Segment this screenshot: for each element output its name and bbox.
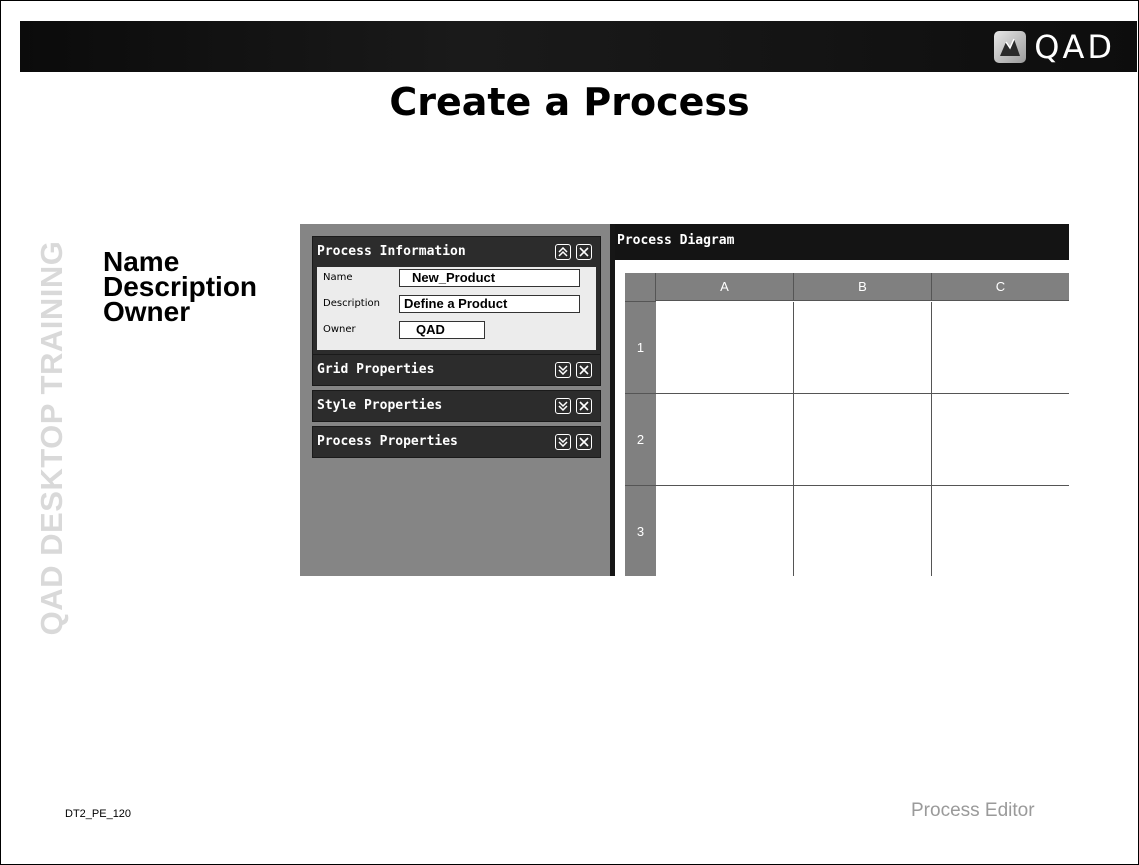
panel-title: Process Information <box>317 244 466 259</box>
row-label: 3 <box>636 524 645 539</box>
close-icon[interactable] <box>576 398 592 414</box>
grid-cell[interactable] <box>656 302 794 394</box>
bullet-owner: Owner <box>103 296 191 327</box>
name-label: Name <box>323 272 353 283</box>
panel-header[interactable]: Style Properties <box>313 391 600 421</box>
panel-header[interactable]: Process Information <box>313 237 600 267</box>
panel-process-information: Process Information Name New_Product Des… <box>312 236 601 355</box>
panel-title: Process Properties <box>317 434 458 449</box>
process-info-form: Name New_Product Description Define a Pr… <box>317 267 596 350</box>
grid-cell[interactable] <box>656 486 794 576</box>
side-label: QAD DESKTOP TRAINING <box>34 240 69 636</box>
owner-row: Owner QAD <box>317 321 596 341</box>
row-label: 2 <box>636 432 645 447</box>
properties-pane: Process Information Name New_Product Des… <box>300 224 610 576</box>
grid-cell[interactable] <box>794 394 932 486</box>
description-label: Description <box>323 298 380 309</box>
close-icon[interactable] <box>576 362 592 378</box>
column-header-b[interactable]: B <box>794 273 932 301</box>
grid-cell[interactable] <box>794 302 932 394</box>
row-header-2[interactable]: 2 <box>625 394 656 486</box>
panel-grid-properties: Grid Properties <box>312 354 601 386</box>
owner-field[interactable]: QAD <box>399 321 485 339</box>
app-screenshot: Process Information Name New_Product Des… <box>300 224 1069 576</box>
chevron-down-icon[interactable] <box>555 434 571 450</box>
diagram-header: Process Diagram <box>615 224 1069 260</box>
panel-style-properties: Style Properties <box>312 390 601 422</box>
close-icon[interactable] <box>576 434 592 450</box>
logo-text: QAD <box>1034 28 1115 66</box>
row-header-3[interactable]: 3 <box>625 486 656 576</box>
chevron-down-icon[interactable] <box>555 362 571 378</box>
grid-cell[interactable] <box>932 394 1069 486</box>
qad-logo-mark-icon <box>994 31 1027 63</box>
grid-cell[interactable] <box>932 302 1069 394</box>
qad-logo: QAD <box>994 28 1115 66</box>
grid-cell[interactable] <box>932 486 1069 576</box>
process-diagram-pane: Process Diagram A B C 1 2 3 <box>615 224 1069 576</box>
row-header-1[interactable]: 1 <box>625 302 656 394</box>
slide-title: Create a Process <box>389 80 750 124</box>
description-field[interactable]: Define a Product <box>399 295 580 313</box>
chevron-down-icon[interactable] <box>555 398 571 414</box>
description-row: Description Define a Product <box>317 295 596 315</box>
panel-header[interactable]: Process Properties <box>313 427 600 457</box>
close-icon[interactable] <box>576 244 592 260</box>
name-row: Name New_Product <box>317 269 596 289</box>
footer-section: Process Editor <box>911 800 1035 821</box>
panel-process-properties: Process Properties <box>312 426 601 458</box>
top-banner: QAD <box>20 21 1137 72</box>
grid-corner <box>625 273 656 302</box>
bullet-list: Name Description Owner <box>103 248 257 327</box>
owner-label: Owner <box>323 324 356 335</box>
panel-title: Grid Properties <box>317 362 435 377</box>
column-header-c[interactable]: C <box>932 273 1069 301</box>
column-header-a[interactable]: A <box>656 273 794 301</box>
grid-cell[interactable] <box>794 486 932 576</box>
grid-cell[interactable] <box>656 394 794 486</box>
name-field[interactable]: New_Product <box>399 269 580 287</box>
chevron-up-icon[interactable] <box>555 244 571 260</box>
panel-title: Style Properties <box>317 398 443 413</box>
row-label: 1 <box>636 340 645 355</box>
footer-code: DT2_PE_120 <box>65 808 132 820</box>
panel-header[interactable]: Grid Properties <box>313 355 600 385</box>
